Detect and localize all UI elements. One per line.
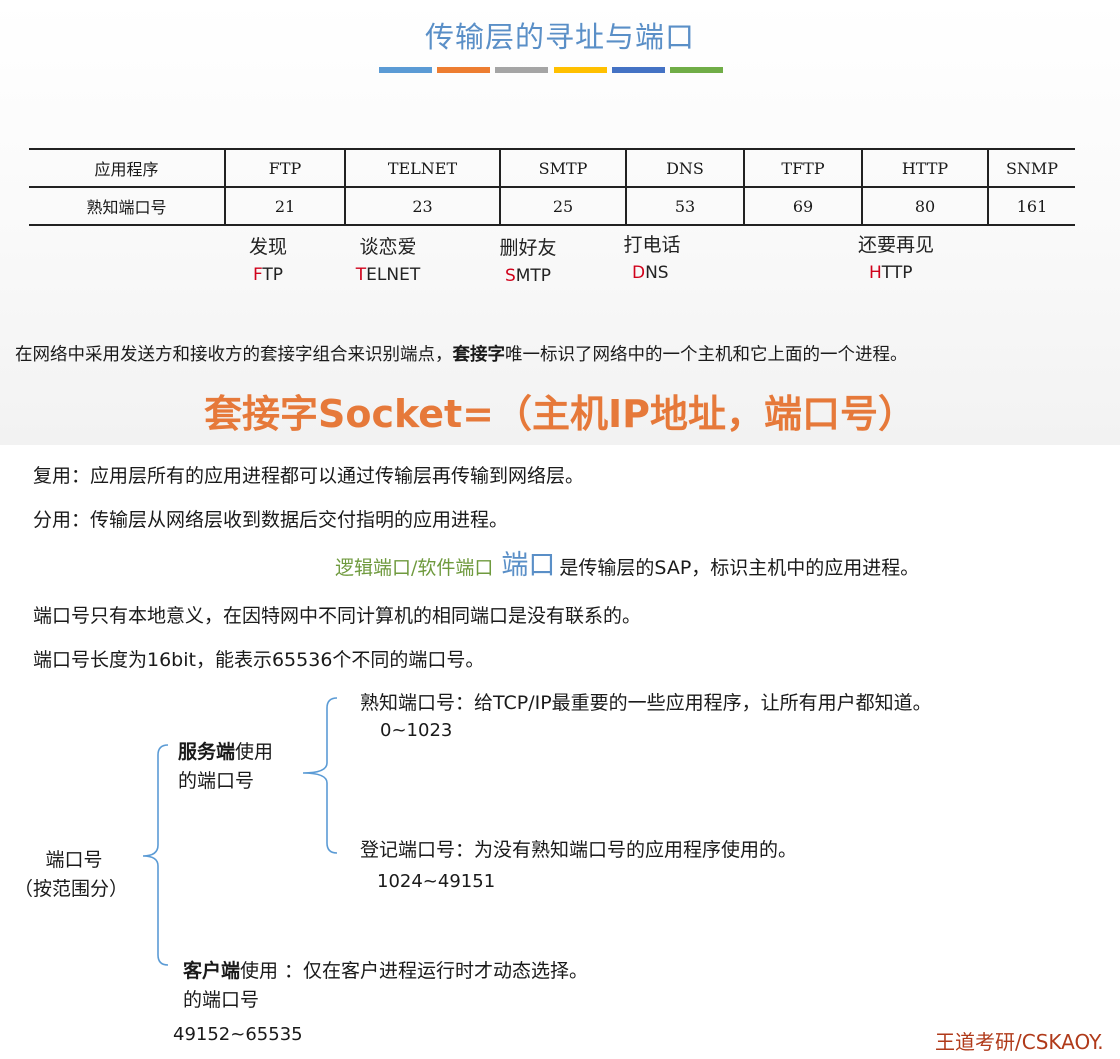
client-range: 49152~65535 <box>173 1024 303 1045</box>
client-node: 客户端使用 ：仅在客户进程运行时才动态选择。 的端口号 <box>183 957 588 1015</box>
client-rest: 使用 ：仅在客户进程运行时才动态选择。 <box>240 960 589 982</box>
registered-ports: 登记端口号：为没有熟知端口号的应用程序使用的。 <box>360 839 798 861</box>
server-bold: 服务端 <box>178 741 236 763</box>
registered-range: 1024~49151 <box>377 871 496 892</box>
server-bracket <box>302 697 338 854</box>
wellknown-ports: 熟知端口号：给TCP/IP最重要的一些应用程序，让所有用户都知道。 <box>360 692 932 714</box>
wellknown-range: 0~1023 <box>380 720 453 741</box>
tree-root-line2: （按范围分） <box>14 878 129 900</box>
server-line2: 的端口号 <box>178 770 255 792</box>
client-line2: 的端口号 <box>183 989 260 1011</box>
tree-brackets <box>142 697 338 966</box>
client-line1: 客户端使用 ：仅在客户进程运行时才动态选择。 <box>183 957 588 986</box>
footer-watermark: 王道考研/CSKAOY. <box>935 1030 1104 1054</box>
tree-root-line1: 端口号 <box>45 849 103 871</box>
tree-root: 端口号 （按范围分） <box>14 846 128 904</box>
client-bold: 客户端 <box>183 960 241 982</box>
server-rest: 使用 <box>235 741 274 763</box>
server-node: 服务端使用 的端口号 <box>178 738 273 796</box>
root-bracket <box>142 744 169 966</box>
server-line1: 服务端使用 <box>178 738 273 767</box>
